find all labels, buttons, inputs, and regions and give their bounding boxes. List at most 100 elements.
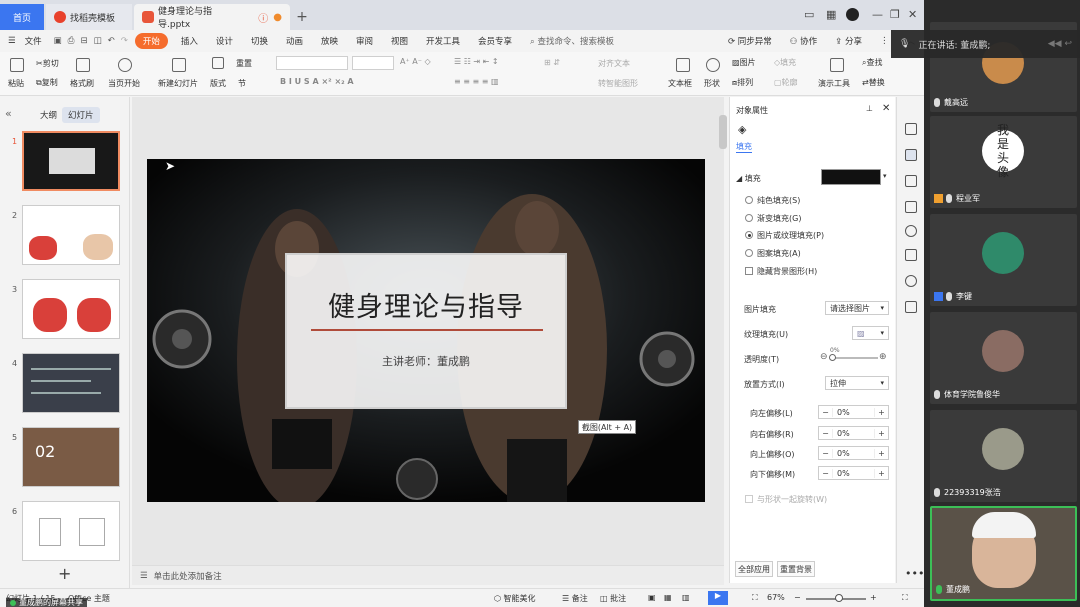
slide-thumb-4[interactable] (22, 353, 120, 413)
reset-button[interactable]: 重置 (236, 58, 252, 69)
share-button[interactable]: ⇪ 分享 (826, 35, 871, 47)
menu-slideshow[interactable]: 放映 (312, 35, 347, 47)
menu-transition[interactable]: 切换 (242, 35, 277, 47)
slide-thumb-5[interactable]: 02 (22, 427, 120, 487)
decrease-icon[interactable]: ⊖ (820, 352, 828, 362)
minus-icon[interactable]: − (819, 449, 832, 458)
grid-icon[interactable]: ▦ (826, 8, 836, 21)
outline-button[interactable]: ▢轮廓 (774, 77, 798, 88)
panel-title[interactable]: 对象属性 (736, 105, 768, 116)
zoom-in-icon[interactable]: + (870, 593, 877, 602)
plus-icon[interactable]: + (875, 469, 888, 478)
format-icon[interactable] (905, 249, 917, 261)
slide-thumb-6[interactable] (22, 501, 120, 561)
zoom-slider-knob[interactable] (835, 594, 843, 602)
unsaved-info-icon[interactable]: ⓘ (258, 10, 268, 25)
paste-label[interactable]: 粘贴 (8, 78, 24, 89)
tab-fill[interactable]: 填充 (736, 141, 752, 153)
fill-option-label[interactable]: 纯色填充(S) (757, 195, 800, 206)
notes-bar[interactable]: ☰ 单击此处添加备注 (132, 565, 724, 585)
menu-file[interactable]: 文件 (25, 35, 51, 47)
user-avatar[interactable] (846, 8, 859, 21)
settings-sliders-icon[interactable] (905, 149, 917, 161)
slide-thumb-3[interactable] (22, 279, 120, 339)
zoom-out-icon[interactable]: − (794, 593, 801, 602)
list-icons[interactable]: ☰ ☷ ⇥ ⇤ ↕ (454, 57, 499, 66)
collab-button[interactable]: ⚇ 协作 (781, 35, 826, 47)
transparency-slider[interactable] (832, 357, 878, 359)
offset-down-stepper[interactable]: −0% + (818, 466, 889, 480)
redo-icon[interactable]: ↷ (118, 36, 131, 46)
play-from-current-icon[interactable] (118, 58, 132, 72)
fill-radio-solid[interactable] (745, 196, 753, 204)
text-style-icons[interactable]: B I U S A ×² ×₂ A (280, 77, 354, 86)
layout-icon[interactable] (212, 57, 224, 69)
collapse-icon[interactable]: ◀◀ ↩ (1048, 39, 1072, 49)
tab-slides[interactable]: 幻灯片 (62, 107, 100, 123)
menu-developer[interactable]: 开发工具 (417, 35, 469, 47)
fill-radio-picture[interactable] (745, 231, 753, 239)
restore-icon[interactable]: ❐ (890, 8, 900, 21)
tab-outline[interactable]: 大纲 (34, 107, 63, 123)
pin-icon[interactable]: ⊥ (866, 104, 873, 113)
rotate-with-shape-label[interactable]: 与形状一起旋转(W) (757, 494, 827, 505)
offset-left-stepper[interactable]: −0% + (818, 405, 889, 419)
minus-icon[interactable]: − (819, 429, 832, 438)
reading-view-icon[interactable]: ▥ (682, 593, 690, 602)
tab-template-store[interactable]: 找稻壳模板 (46, 4, 132, 30)
picture-button[interactable]: ▨图片 (732, 57, 756, 68)
plus-icon[interactable]: + (875, 449, 888, 458)
fill-bucket-icon[interactable]: ◈ (738, 123, 746, 136)
add-slide-button[interactable]: + (58, 564, 71, 583)
command-search[interactable]: ⌕ 查找命令、搜索模板 (521, 35, 623, 47)
textbox-icon[interactable] (676, 58, 690, 72)
sorter-view-icon[interactable]: ▦ (664, 593, 672, 602)
present-tool-icon[interactable] (830, 58, 844, 72)
slide-thumb-2[interactable] (22, 205, 120, 265)
font-family-select[interactable] (276, 56, 348, 70)
replace-button[interactable]: ⇄替换 (862, 77, 885, 88)
offset-right-stepper[interactable]: −0% + (818, 426, 889, 440)
layout-icon[interactable]: ▭ (804, 8, 814, 21)
placement-select[interactable]: 拉伸 ▾ (825, 376, 889, 390)
layout-button[interactable]: 版式 (210, 78, 226, 89)
participant-tile-5[interactable]: 22393319张浩 (930, 410, 1077, 502)
picture-fill-select[interactable]: 请选择图片 ▾ (825, 301, 889, 315)
text-direction-icon[interactable]: ⊞ ⇵ (544, 58, 560, 67)
paste-icon[interactable] (10, 58, 24, 72)
participant-tile-3[interactable]: 李键 (930, 214, 1077, 306)
smartart-button[interactable]: 转智能图形 (598, 78, 638, 89)
shape-icon[interactable] (706, 58, 720, 72)
play-from-current-label[interactable]: 当页开始 (108, 78, 140, 89)
beautify-button[interactable]: ⬡ 智能美化 (494, 593, 536, 604)
undo-icon[interactable]: ↶ (105, 36, 118, 46)
play-slideshow-button[interactable]: ▶ (708, 591, 728, 605)
tab-current-document[interactable]: 健身理论与指导.pptx ⓘ ● (134, 4, 290, 30)
panel-close-icon[interactable]: ✕ (882, 103, 890, 114)
chevron-down-icon[interactable]: ▾ (883, 172, 887, 180)
copy-button[interactable]: ⧉复制 (36, 77, 58, 88)
cut-button[interactable]: ✂剪切 (36, 58, 59, 69)
fit-window-icon[interactable]: ⛶ (902, 593, 908, 603)
find-button[interactable]: ⌕查找 (862, 57, 882, 68)
format-painter-label[interactable]: 格式刷 (70, 78, 94, 89)
align-icons[interactable]: ≡ ≡ ≡ ≡ ▥ (454, 77, 499, 86)
menu-home[interactable]: 开始 (134, 33, 168, 49)
slide-title[interactable]: 健身理论与指导 (287, 285, 565, 324)
minus-icon[interactable]: − (819, 408, 832, 417)
menu-insert[interactable]: 插入 (172, 35, 207, 47)
menu-animation[interactable]: 动画 (277, 35, 312, 47)
new-tab-button[interactable]: + (292, 4, 312, 30)
fill-option-label[interactable]: 渐变填充(G) (757, 213, 801, 224)
copy-icon[interactable] (905, 201, 917, 213)
slide-subtitle[interactable]: 主讲老师：董成鹏 (287, 353, 565, 369)
zoom-level[interactable]: 67% (767, 593, 785, 602)
minus-icon[interactable]: − (819, 469, 832, 478)
properties-icon[interactable] (905, 123, 917, 135)
increase-icon[interactable]: ⊕ (879, 352, 887, 362)
menu-review[interactable]: 审阅 (347, 35, 382, 47)
rotate-with-shape-checkbox[interactable] (745, 495, 753, 503)
fill-button[interactable]: ◇填充 (774, 57, 796, 68)
plus-icon[interactable]: + (875, 408, 888, 417)
sync-status[interactable]: ⟳ 同步异常 (719, 35, 781, 47)
